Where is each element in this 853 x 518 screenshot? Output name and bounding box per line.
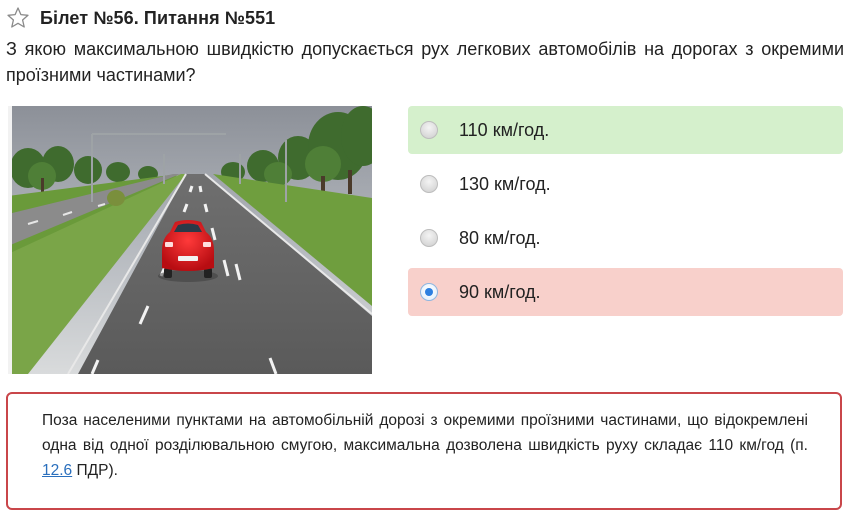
answer-option[interactable]: 130 км/год. [408, 160, 843, 208]
explanation-text: Поза населеними пунктами на автомобільні… [42, 408, 808, 483]
answer-option-selected-wrong[interactable]: 90 км/год. [408, 268, 843, 316]
answer-label: 80 км/год. [459, 227, 541, 248]
answer-option[interactable]: 80 км/год. [408, 214, 843, 262]
answer-option-correct[interactable]: 110 км/год. [408, 106, 843, 154]
radio-button-checked[interactable] [420, 283, 438, 301]
answer-list: 110 км/год. 130 км/год. 80 км/год. 90 км… [408, 106, 843, 322]
answer-label: 90 км/год. [459, 281, 541, 302]
radio-button[interactable] [420, 175, 438, 193]
star-outline-icon[interactable] [6, 6, 30, 30]
explanation-text-after: ПДР). [72, 462, 118, 479]
answer-label: 130 км/год. [459, 173, 551, 194]
question-header: Білет №56. Питання №551 [6, 6, 275, 30]
answer-label: 110 км/год. [459, 119, 550, 140]
rule-link[interactable]: 12.6 [42, 462, 72, 479]
page-title: Білет №56. Питання №551 [40, 7, 276, 28]
question-illustration [8, 106, 372, 374]
explanation-box: Поза населеними пунктами на автомобільні… [6, 392, 842, 510]
question-text: З якою максимальною швидкістю допускаєть… [6, 39, 844, 85]
radio-button[interactable] [420, 121, 438, 139]
explanation-text-before: Поза населеними пунктами на автомобільні… [42, 412, 808, 454]
radio-button[interactable] [420, 229, 438, 247]
